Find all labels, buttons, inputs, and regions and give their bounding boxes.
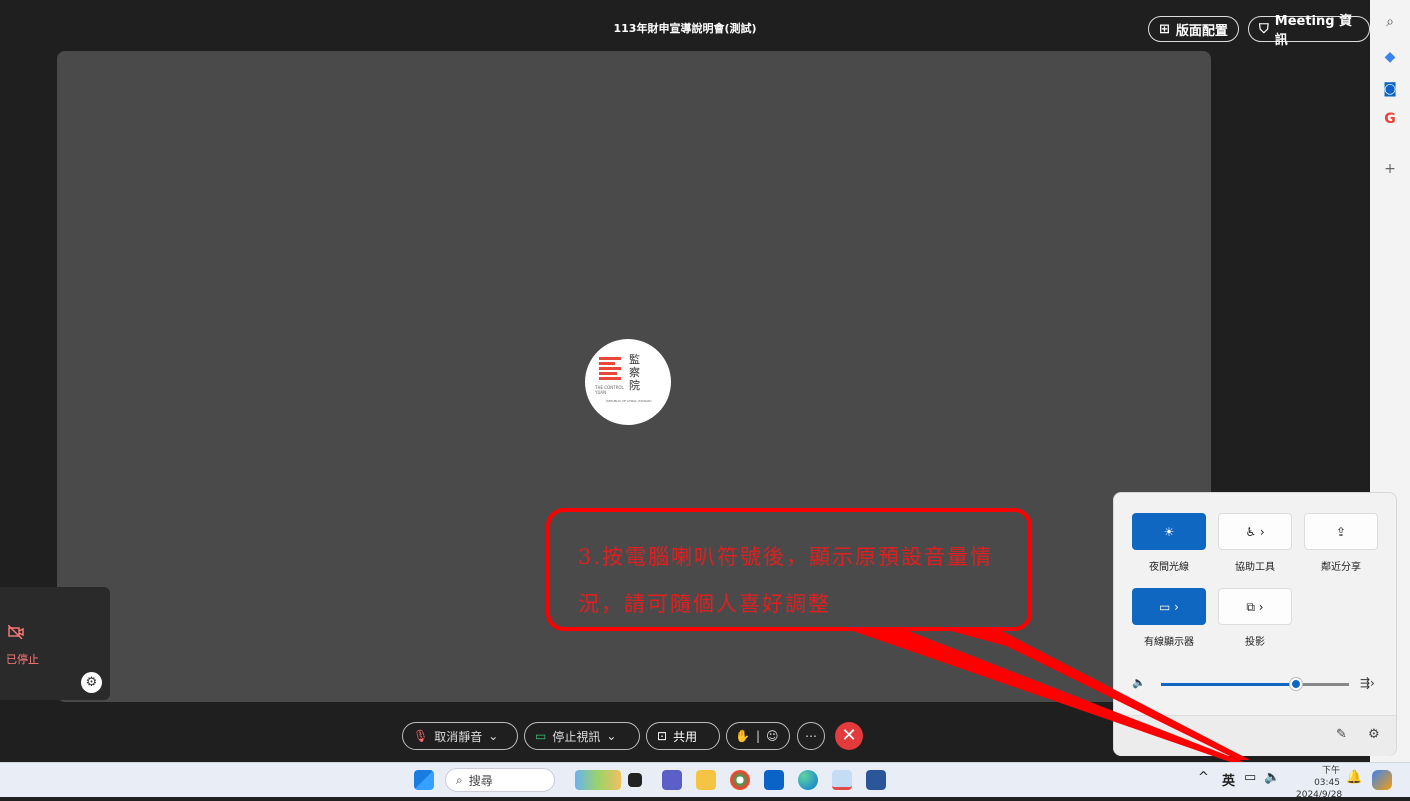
task-view-icon[interactable] xyxy=(628,773,642,787)
network-icon[interactable]: ▭ xyxy=(1244,770,1256,785)
windows-start-icon[interactable] xyxy=(414,770,434,790)
chrome-icon[interactable] xyxy=(730,770,750,790)
annotation-text: 3.按電腦喇叭符號後，顯示原預設音量情況，請可隨個人喜好調整 xyxy=(578,545,994,616)
annotation-arrow xyxy=(850,628,1250,764)
file-explorer-icon[interactable] xyxy=(696,770,716,790)
taskbar-search[interactable]: ⌕ 搜尋 xyxy=(445,768,555,792)
copilot-taskbar-icon[interactable] xyxy=(1372,770,1392,790)
notification-bell-icon[interactable]: 🔔 xyxy=(1346,770,1362,785)
search-icon: ⌕ xyxy=(456,772,463,787)
webex-icon[interactable] xyxy=(832,770,852,790)
clock-date: 2024/9/28 xyxy=(1296,790,1343,800)
widgets-icon[interactable] xyxy=(575,770,621,790)
word-icon[interactable] xyxy=(866,770,886,790)
annotation-callout: 3.按電腦喇叭符號後，顯示原預設音量情況，請可隨個人喜好調整 xyxy=(546,508,1032,631)
clock-time: 下午 03:45 xyxy=(1314,766,1340,788)
ime-indicator[interactable]: 英 xyxy=(1222,770,1235,789)
volume-icon[interactable]: 🔈 xyxy=(1264,770,1280,785)
show-hidden-icons-icon[interactable]: ^ xyxy=(1198,770,1209,785)
outlook-icon[interactable] xyxy=(764,770,784,790)
edge-icon[interactable] xyxy=(798,770,818,790)
taskbar-search-placeholder: 搜尋 xyxy=(468,773,493,788)
windows-taskbar: ⌕ 搜尋 ^ 英 ▭ 🔈 下午 03:45 2024/9/28 🔔 xyxy=(0,762,1410,800)
teams-icon[interactable] xyxy=(662,770,682,790)
arrow-wedge xyxy=(850,630,1244,764)
arrow-wedge xyxy=(940,628,1250,760)
